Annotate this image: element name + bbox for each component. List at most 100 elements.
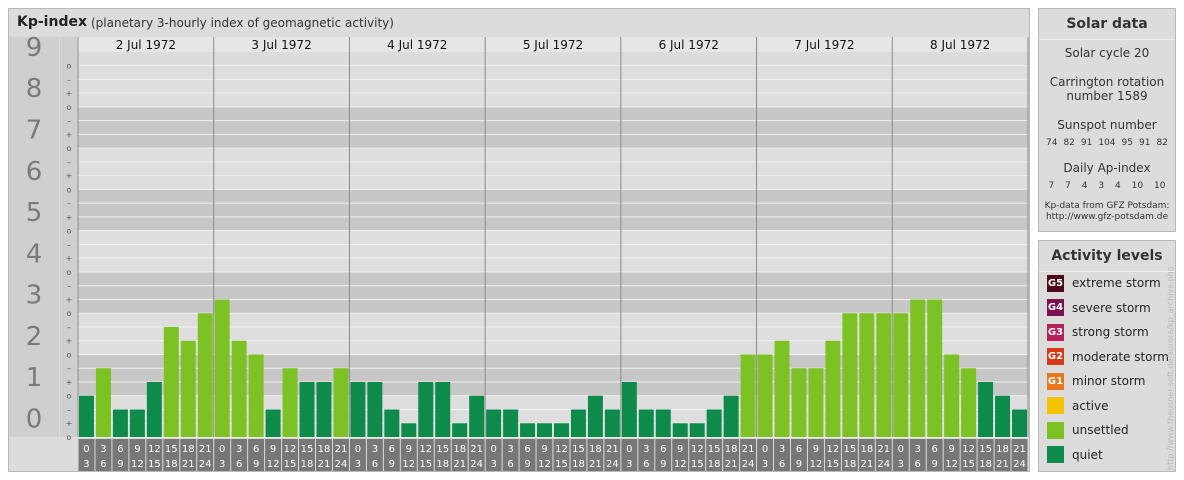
kp-bar xyxy=(163,326,179,437)
activity-level-strong-storm: G3 strong storm xyxy=(1047,323,1149,341)
day-label: 2 Jul 1972 xyxy=(116,38,176,52)
hour-label-start: 18 xyxy=(182,444,195,455)
kp-bar xyxy=(180,340,196,437)
hour-label-start: 9 xyxy=(813,444,819,455)
activity-level-extreme-storm: G5 extreme storm xyxy=(1047,274,1161,292)
kp-bar xyxy=(520,423,536,437)
subtick-label: + xyxy=(66,337,73,346)
kp-bar xyxy=(129,409,145,437)
hour-label-end: 15 xyxy=(691,459,704,470)
watermark: http://www.theusner-soft.de/aurora/kp_ar… xyxy=(1166,266,1175,470)
ap-value-4: 4 xyxy=(1115,181,1121,191)
hour-label-end: 6 xyxy=(372,459,378,470)
hour-label-end: 18 xyxy=(708,459,721,470)
kp-bar xyxy=(944,354,960,437)
kp-bar xyxy=(350,381,366,437)
hour-label-start: 15 xyxy=(979,444,992,455)
subtick-label: – xyxy=(67,158,71,167)
hour-label-start: 12 xyxy=(284,444,297,455)
hour-label-start: 12 xyxy=(148,444,161,455)
credit-line1: Kp-data from GFZ Potsdam: xyxy=(1044,201,1170,211)
hour-label-start: 6 xyxy=(117,444,123,455)
kp-bar xyxy=(825,340,841,437)
y-tick-label: 4 xyxy=(26,239,43,269)
hour-label-end: 9 xyxy=(524,459,530,470)
hour-label-end: 6 xyxy=(100,459,106,470)
carrington-line1: Carrington rotation xyxy=(1049,75,1165,89)
activity-level-severe-storm: G4 severe storm xyxy=(1047,299,1151,317)
hour-label-end: 9 xyxy=(117,459,123,470)
subtick-label: – xyxy=(67,364,71,373)
kp-bar xyxy=(808,368,824,437)
hour-label-start: 21 xyxy=(606,444,619,455)
y-tick-label: 0 xyxy=(26,404,43,434)
subtick-label: o xyxy=(67,227,72,236)
ap-value-2: 4 xyxy=(1081,181,1088,191)
kp-bar xyxy=(621,381,637,437)
hour-label-end: 6 xyxy=(779,459,785,470)
sunspot-value-2: 91 xyxy=(1080,138,1093,148)
hour-label-start: 15 xyxy=(844,444,857,455)
hour-label-start: 6 xyxy=(796,444,802,455)
hour-label-end: 21 xyxy=(725,459,738,470)
level-swatch xyxy=(1047,446,1064,463)
level-swatch: G1 xyxy=(1047,372,1064,390)
hour-label-end: 12 xyxy=(810,459,823,470)
subtick-label: o xyxy=(67,144,72,153)
hour-label-end: 24 xyxy=(335,459,348,470)
subtick-label: o xyxy=(67,62,72,71)
activity-level-unsettled: unsettled xyxy=(1047,421,1129,439)
hour-label-end: 24 xyxy=(199,459,212,470)
kp-bar xyxy=(842,313,858,437)
hour-label-start: 3 xyxy=(100,444,106,455)
kp-bar xyxy=(927,299,943,437)
hour-label-start: 3 xyxy=(507,444,513,455)
kp-bar xyxy=(774,340,790,437)
hour-label-end: 24 xyxy=(1013,459,1026,470)
hour-label-end: 21 xyxy=(318,459,331,470)
hour-label-end: 24 xyxy=(877,459,890,470)
level-label: quiet xyxy=(1072,447,1103,462)
hour-label-start: 21 xyxy=(335,444,348,455)
kp-bar xyxy=(316,381,332,437)
kp-bar xyxy=(282,368,298,437)
hour-label-start: 21 xyxy=(470,444,483,455)
band-4 xyxy=(78,230,1028,272)
subtick-label: + xyxy=(66,89,73,98)
kp-bar xyxy=(672,423,688,437)
kp-bar xyxy=(554,423,569,437)
hour-label-start: 6 xyxy=(932,444,938,455)
level-label: unsettled xyxy=(1072,423,1129,437)
sunspot-value-4: 95 xyxy=(1121,138,1133,148)
credit-link[interactable]: http://www.gfz-potsdam.de xyxy=(1039,212,1175,223)
hour-label-start: 12 xyxy=(962,444,975,455)
subtick-label: + xyxy=(66,419,73,428)
kp-bar xyxy=(740,354,756,437)
level-swatch: G2 xyxy=(1047,348,1064,365)
hour-label-start: 21 xyxy=(199,444,212,455)
hour-label-start: 12 xyxy=(419,444,432,455)
subtick-label: o xyxy=(67,103,72,112)
kp-bar xyxy=(452,423,468,437)
level-label: strong storm xyxy=(1072,325,1149,339)
hour-label-start: 15 xyxy=(301,444,314,455)
hour-label-start: 9 xyxy=(948,444,954,455)
kp-bar xyxy=(265,409,281,437)
kp-bar xyxy=(910,299,926,437)
hour-label-end: 3 xyxy=(762,459,768,470)
day-label: 7 Jul 1972 xyxy=(794,38,854,52)
hour-label-end: 12 xyxy=(402,459,415,470)
hour-label-end: 6 xyxy=(643,459,649,470)
hour-label-start: 12 xyxy=(691,444,704,455)
hour-label-end: 6 xyxy=(507,459,513,470)
kp-bar xyxy=(248,354,264,437)
y-tick-label: 8 xyxy=(26,74,43,104)
level-swatch xyxy=(1047,397,1064,414)
day-label: 4 Jul 1972 xyxy=(387,38,447,52)
hour-label-end: 9 xyxy=(932,459,938,470)
subtick-label: + xyxy=(66,295,73,304)
hour-label-end: 21 xyxy=(182,459,195,470)
hour-label-end: 24 xyxy=(470,459,483,470)
hour-label-end: 6 xyxy=(915,459,921,470)
hour-label-start: 6 xyxy=(524,444,530,455)
